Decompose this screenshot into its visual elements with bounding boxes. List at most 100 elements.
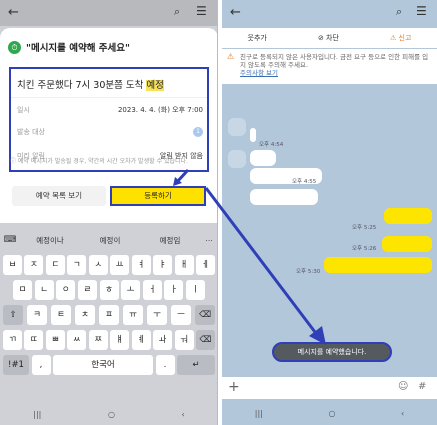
space-key[interactable]: 한국어 xyxy=(53,355,153,375)
view-schedule-list-button[interactable]: 예약 목록 보기 xyxy=(12,186,106,206)
emoji-icon[interactable]: ☺ xyxy=(398,381,408,392)
key[interactable]: ㅉ xyxy=(88,330,108,350)
home-icon[interactable]: ○ xyxy=(328,409,335,418)
comma-key[interactable]: , xyxy=(31,355,51,375)
key[interactable]: ㄷ xyxy=(45,255,65,275)
period-key[interactable]: . xyxy=(155,355,175,375)
block-label: 차단 xyxy=(326,34,339,42)
plus-icon[interactable]: + xyxy=(228,379,240,395)
back-arrow-icon[interactable]: ← xyxy=(230,5,241,20)
scheduled-message-text[interactable]: 치킨 주문했다 7시 30분쯤 도착 예정 xyxy=(17,77,164,91)
search-icon[interactable]: ⌕ xyxy=(396,5,402,19)
backspace-key[interactable]: ⌫ xyxy=(195,305,215,325)
suggestion-bar: ⌨ 예정이나 예정이 예정임 ⋯ xyxy=(0,229,217,251)
back-arrow-icon[interactable]: ← xyxy=(8,5,19,20)
key[interactable]: ㅈ xyxy=(24,255,44,275)
add-friend-button[interactable]: 웃추가 xyxy=(248,33,267,43)
message-highlight: 예정 xyxy=(146,80,164,91)
delete-key[interactable]: ⌫ xyxy=(195,330,215,350)
key[interactable]: ㅐ xyxy=(174,255,194,275)
key[interactable]: ㅕ xyxy=(131,255,151,275)
right-screen: ← ⌕ ☰ 웃추가 ⊘ 차단 ⚠ 신고 ⚠ 친구로 등록되지 않은 사용자입니다… xyxy=(222,0,437,425)
key[interactable]: ㅣ xyxy=(186,280,205,300)
key[interactable]: ㅅ xyxy=(88,255,108,275)
block-icon: ⊘ xyxy=(317,34,327,42)
key[interactable]: ㅊ xyxy=(75,305,95,325)
home-icon[interactable]: ○ xyxy=(108,410,115,419)
search-icon[interactable]: ⌕ xyxy=(174,5,180,19)
chat-bubble-received[interactable] xyxy=(250,150,276,166)
key[interactable]: ㅆ xyxy=(67,330,87,350)
avatar[interactable] xyxy=(228,118,246,136)
recipient-count-badge: 1 xyxy=(193,127,203,137)
message-time: 오후 4:55 xyxy=(292,179,317,185)
key[interactable]: ㄲ xyxy=(3,330,22,350)
schedule-notice: ⓘ 예약 메시지가 발송될 경우, 약간의 시간 오차가 발생할 수 있습니다. xyxy=(10,158,188,165)
back-icon[interactable]: ‹ xyxy=(181,410,184,419)
schedule-message-sheet: ⏱ "메시지를 예약해 주세요" 치킨 주문했다 7시 30분쯤 도착 예정 일… xyxy=(0,28,217,223)
key[interactable]: ㅎ xyxy=(99,280,119,300)
menu-icon[interactable]: ☰ xyxy=(196,4,207,18)
key[interactable]: ㄱ xyxy=(67,255,87,275)
pointer-arrow-icon xyxy=(173,168,190,186)
keyboard-icon[interactable]: ⌨ xyxy=(0,235,20,245)
key-row-4: ㄲ ㄸ ㅃ ㅆ ㅉ ㅒ ㅖ ㅘ ㅝ ⌫ xyxy=(3,330,215,350)
key[interactable]: ㅜ xyxy=(147,305,167,325)
key[interactable]: ㅋ xyxy=(27,305,47,325)
siren-icon: ⚠ xyxy=(390,34,399,42)
key[interactable]: ㅝ xyxy=(174,330,194,350)
register-button[interactable]: 등록하기 xyxy=(110,186,206,206)
key[interactable]: ㄹ xyxy=(77,280,97,300)
sheet-buttons: 예약 목록 보기 등록하기 xyxy=(12,186,206,206)
chat-bubble-sent[interactable] xyxy=(384,208,432,224)
avatar[interactable] xyxy=(228,150,246,168)
key[interactable]: ㅁ xyxy=(13,280,32,300)
key[interactable]: ㅖ xyxy=(131,330,151,350)
message-input-bar[interactable]: + ☺ # xyxy=(222,377,437,399)
recipient-row[interactable]: 발송 대상 1 xyxy=(17,127,203,137)
chat-bubble-received[interactable] xyxy=(250,189,318,205)
key[interactable]: ㄴ xyxy=(34,280,54,300)
chat-bubble-received[interactable] xyxy=(250,128,256,142)
key[interactable]: ㅡ xyxy=(171,305,191,325)
key[interactable]: ㅑ xyxy=(153,255,173,275)
suggestion-3[interactable]: 예정임 xyxy=(140,235,200,246)
caution-link[interactable]: 주의사항 보기 xyxy=(240,69,278,77)
key[interactable]: ㄸ xyxy=(24,330,44,350)
key[interactable]: ㅘ xyxy=(153,330,173,350)
suggestion-2[interactable]: 예정이 xyxy=(80,235,140,246)
key[interactable]: ㅠ xyxy=(123,305,143,325)
warning-icon: ⚠ xyxy=(227,52,235,61)
key[interactable]: ㅒ xyxy=(110,330,130,350)
key[interactable]: ㅇ xyxy=(56,280,76,300)
suggestion-1[interactable]: 예정이나 xyxy=(20,235,80,246)
hash-icon[interactable]: # xyxy=(418,381,426,392)
report-button[interactable]: ⚠ 신고 xyxy=(390,33,411,43)
message-time: 오후 5:30 xyxy=(296,269,321,275)
shift-key[interactable]: ⇧ xyxy=(3,305,23,325)
back-icon[interactable]: ‹ xyxy=(401,409,404,418)
key[interactable]: ㅗ xyxy=(121,280,141,300)
chat-bubble-sent[interactable] xyxy=(382,236,432,252)
enter-key[interactable]: ↵ xyxy=(177,355,215,375)
key[interactable]: ㅃ xyxy=(45,330,65,350)
key-row-2: ㅁ ㄴ ㅇ ㄹ ㅎ ㅗ ㅓ ㅏ ㅣ xyxy=(13,280,205,300)
block-button[interactable]: ⊘ 차단 xyxy=(318,33,339,43)
chat-bubble-sent[interactable] xyxy=(324,257,432,273)
key[interactable]: ㅔ xyxy=(195,255,215,275)
key[interactable]: ㅏ xyxy=(164,280,184,300)
right-top-bar: ← ⌕ ☰ xyxy=(222,0,437,26)
recent-apps-icon[interactable]: ||| xyxy=(33,410,41,419)
datetime-row[interactable]: 일시 2023. 4. 4. (화) 오후 7:00 xyxy=(17,105,203,115)
report-label: 신고 xyxy=(398,34,412,42)
recent-apps-icon[interactable]: ||| xyxy=(255,409,263,418)
symbol-key[interactable]: !#1 xyxy=(3,355,29,375)
more-icon[interactable]: ⋯ xyxy=(200,236,217,245)
menu-icon[interactable]: ☰ xyxy=(416,4,427,18)
key[interactable]: ㅍ xyxy=(99,305,119,325)
schedule-icon: ⏱ xyxy=(8,40,21,54)
key[interactable]: ㅓ xyxy=(142,280,162,300)
key[interactable]: ㅂ xyxy=(3,255,22,275)
key[interactable]: ㅌ xyxy=(51,305,71,325)
key[interactable]: ㅛ xyxy=(110,255,130,275)
